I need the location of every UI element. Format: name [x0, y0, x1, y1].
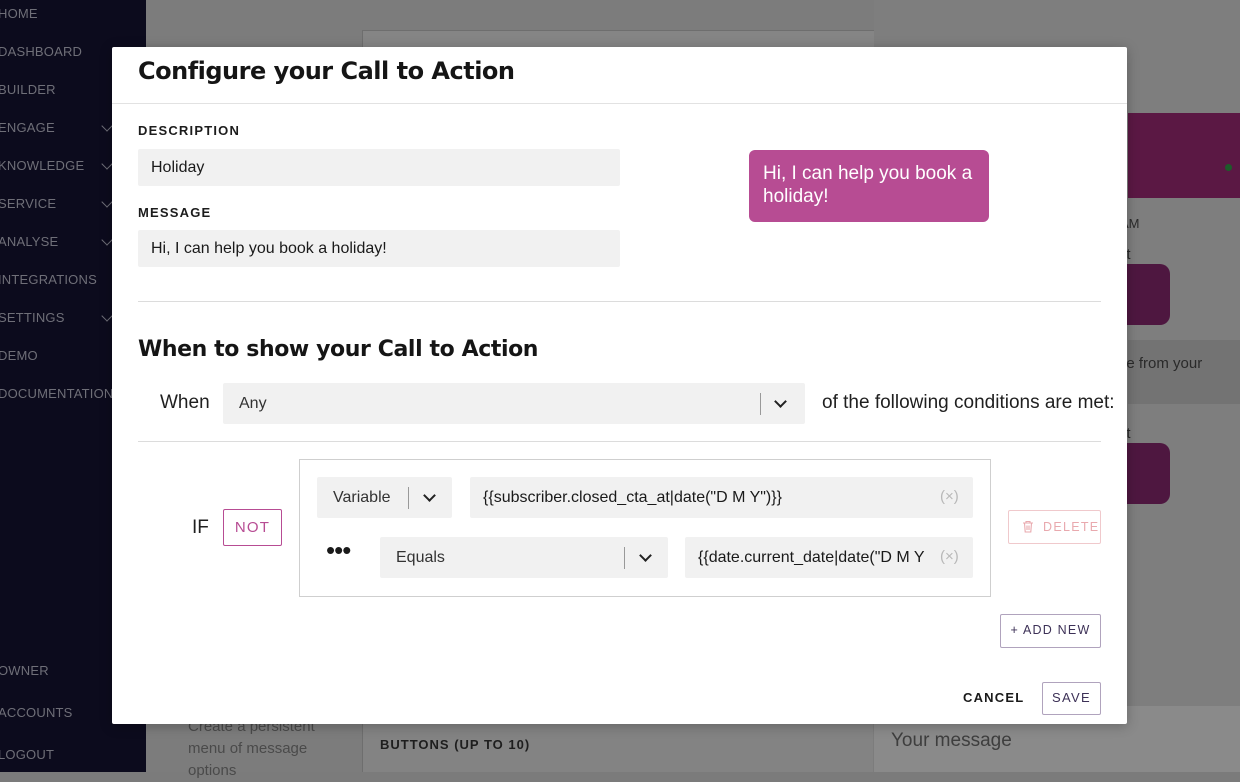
condition-type-select[interactable]: Variable	[317, 477, 452, 518]
if-label: IF	[192, 517, 209, 538]
save-button[interactable]: SAVE	[1042, 682, 1101, 715]
chevron-down-icon[interactable]	[101, 120, 113, 132]
buttons-header: BUTTONS (UP TO 10)	[380, 737, 531, 752]
chevron-down-icon[interactable]	[101, 158, 113, 170]
sidebar-item-owner[interactable]: OWNER	[0, 663, 49, 678]
divider	[138, 301, 1101, 302]
when-label: When	[160, 392, 210, 413]
sidebar-item-knowledge[interactable]: KNOWLEDGE	[0, 158, 84, 173]
select-divider	[408, 487, 409, 509]
sidebar-item-integrations[interactable]: INTEGRATIONS	[0, 272, 97, 287]
description-input[interactable]: Holiday	[138, 149, 620, 186]
delete-label: DELETE	[1043, 520, 1100, 534]
compare-value: {{date.current_date|date("D M Y	[698, 549, 925, 566]
message-label: MESSAGE	[138, 205, 212, 220]
sidebar-item-logout[interactable]: LOGOUT	[0, 747, 54, 762]
cta-config-modal: Configure your Call to Action DESCRIPTIO…	[112, 47, 1127, 724]
clear-icon[interactable]: (×)	[940, 548, 959, 565]
conditions-text: of the following conditions are met:	[822, 392, 1115, 413]
match-mode-value: Any	[239, 395, 267, 412]
chevron-down-icon[interactable]	[101, 234, 113, 246]
operator-select[interactable]: Equals	[380, 537, 668, 578]
not-toggle-button[interactable]: NOT	[223, 509, 282, 546]
sidebar-item-settings[interactable]: SETTINGS	[0, 310, 65, 325]
sidebar-item-analyse[interactable]: ANALYSE	[0, 234, 58, 249]
description-label: DESCRIPTION	[138, 123, 241, 138]
more-options-icon[interactable]: •••	[326, 537, 351, 563]
sidebar-item-dashboard[interactable]: DASHBOARD	[0, 44, 82, 59]
chevron-down-icon[interactable]	[423, 489, 436, 502]
sidebar-item-engage[interactable]: ENGAGE	[0, 120, 55, 135]
delete-condition-button[interactable]: DELETE	[1008, 510, 1101, 544]
modal-title: Configure your Call to Action	[138, 57, 515, 85]
preview-text: ge from your	[1118, 355, 1203, 372]
sidebar-item-accounts[interactable]: ACCOUNTS	[0, 705, 73, 720]
preview-strip	[1128, 340, 1240, 404]
sidebar-item-documentation[interactable]: DOCUMENTATION	[0, 386, 114, 401]
message-placeholder: Your message	[891, 730, 1012, 751]
divider	[112, 103, 1127, 104]
condition-type-value: Variable	[333, 489, 391, 506]
chevron-down-icon[interactable]	[101, 196, 113, 208]
select-divider	[624, 547, 625, 569]
clear-icon[interactable]: (×)	[940, 488, 959, 505]
cancel-button[interactable]: CANCEL	[963, 690, 1024, 705]
operator-value: Equals	[396, 549, 445, 566]
chevron-down-icon[interactable]	[774, 395, 787, 408]
chevron-down-icon[interactable]	[639, 549, 652, 562]
persistent-menu-description: Create a persistent menu of message opti…	[188, 718, 315, 779]
chevron-down-icon[interactable]	[101, 310, 113, 322]
sidebar-item-demo[interactable]: DEMO	[0, 348, 38, 363]
trash-icon	[1023, 520, 1033, 533]
select-divider	[760, 393, 761, 415]
cta-preview-bubble: Hi, I can help you book a holiday!	[749, 150, 989, 222]
sidebar-item-builder[interactable]: BUILDER	[0, 82, 56, 97]
sidebar-item-home[interactable]: HOME	[0, 6, 38, 21]
compare-value-input[interactable]: {{date.current_date|date("D M Y	[685, 537, 973, 578]
online-status-icon	[1225, 164, 1232, 171]
variable-value: {{subscriber.closed_cta_at|date("D M Y")…	[483, 489, 782, 506]
message-input[interactable]: Hi, I can help you book a holiday!	[138, 230, 620, 267]
variable-input[interactable]: {{subscriber.closed_cta_at|date("D M Y")…	[470, 477, 973, 518]
add-new-condition-button[interactable]: + ADD NEW	[1000, 614, 1101, 648]
sidebar-item-service[interactable]: SERVICE	[0, 196, 56, 211]
match-mode-select[interactable]: Any	[223, 383, 805, 424]
divider	[138, 441, 1101, 442]
preview-header	[1128, 113, 1240, 198]
section-title: When to show your Call to Action	[138, 337, 539, 362]
